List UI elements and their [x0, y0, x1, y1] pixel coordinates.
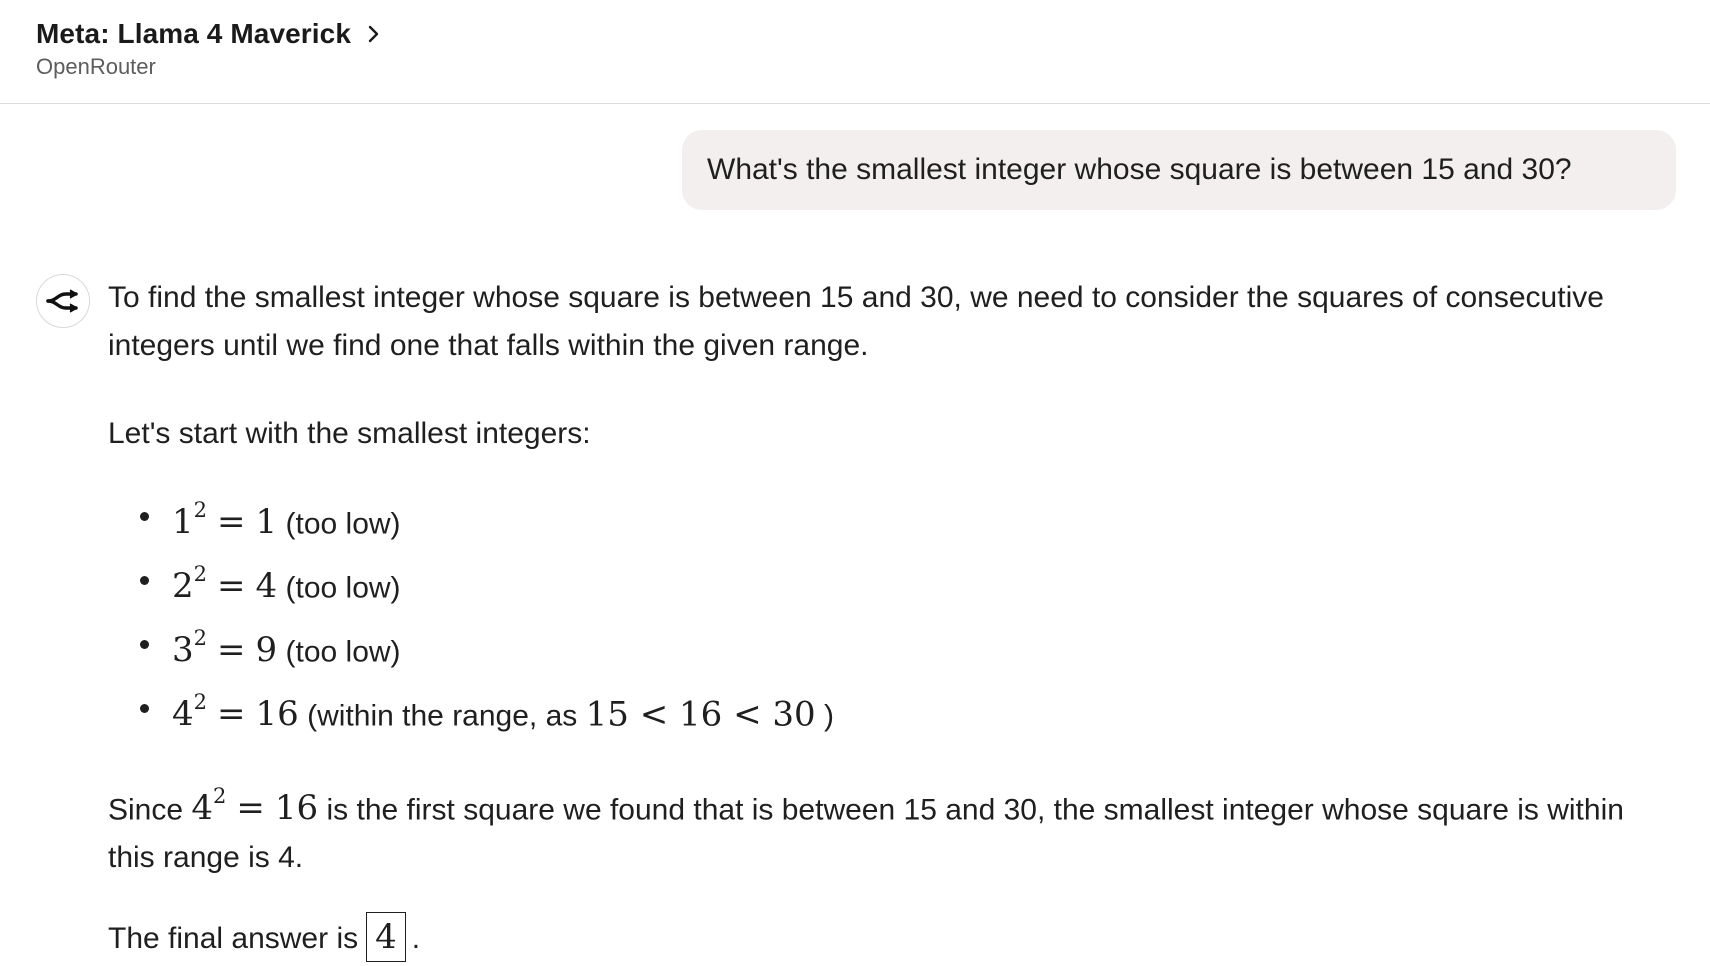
chat-header: Meta: Llama 4 Maverick OpenRouter	[0, 0, 1710, 104]
model-name: Meta: Llama 4 Maverick	[36, 18, 352, 49]
squares-list: 12 = 1 (too low) 22 = 4 (too low) 32 = 9 (too …	[108, 490, 834, 746]
math-expression: 42 = 16	[172, 690, 299, 735]
model-selector[interactable]: Meta: Llama 4 Maverick	[36, 18, 383, 50]
item-note: (within the range, as	[307, 699, 578, 733]
conclusion-paragraph: Since 42 = 16 is the first square we found…	[108, 784, 1624, 875]
math-expression: 42 = 16	[191, 784, 319, 829]
item-note: (too low)	[285, 571, 401, 605]
user-message: What's the smallest integer whose square…	[682, 130, 1676, 210]
bullet-dot	[140, 704, 149, 713]
openrouter-logo-icon	[46, 289, 78, 313]
chevron-right-icon	[368, 25, 379, 43]
math-expression: 22 = 4	[172, 562, 278, 607]
bullet-dot	[140, 576, 149, 585]
math-expression: 12 = 1	[172, 498, 278, 543]
list-item: 42 = 16 (within the range, as 15 < 16 < 30…	[108, 682, 834, 746]
bullet-dot	[140, 512, 149, 521]
range-inequality: 15 < 16 < 30	[585, 694, 816, 735]
list-item: 12 = 1 (too low)	[108, 490, 834, 554]
provider-name: OpenRouter	[36, 54, 156, 79]
list-item: 32 = 9 (too low)	[108, 618, 834, 682]
item-note: (too low)	[285, 507, 401, 541]
bullet-dot	[140, 640, 149, 649]
math-expression: 32 = 9	[172, 626, 278, 671]
intro-paragraph: To find the smallest integer whose squar…	[108, 281, 1604, 362]
item-note: (too low)	[285, 635, 401, 669]
list-item: 22 = 4 (too low)	[108, 554, 834, 618]
item-note-end: )	[823, 699, 834, 733]
start-paragraph: Let's start with the smallest integers:	[108, 417, 591, 450]
boxed-answer: 4	[366, 912, 406, 962]
assistant-avatar	[36, 274, 90, 328]
final-answer-paragraph: The final answer is 4.	[108, 912, 420, 963]
